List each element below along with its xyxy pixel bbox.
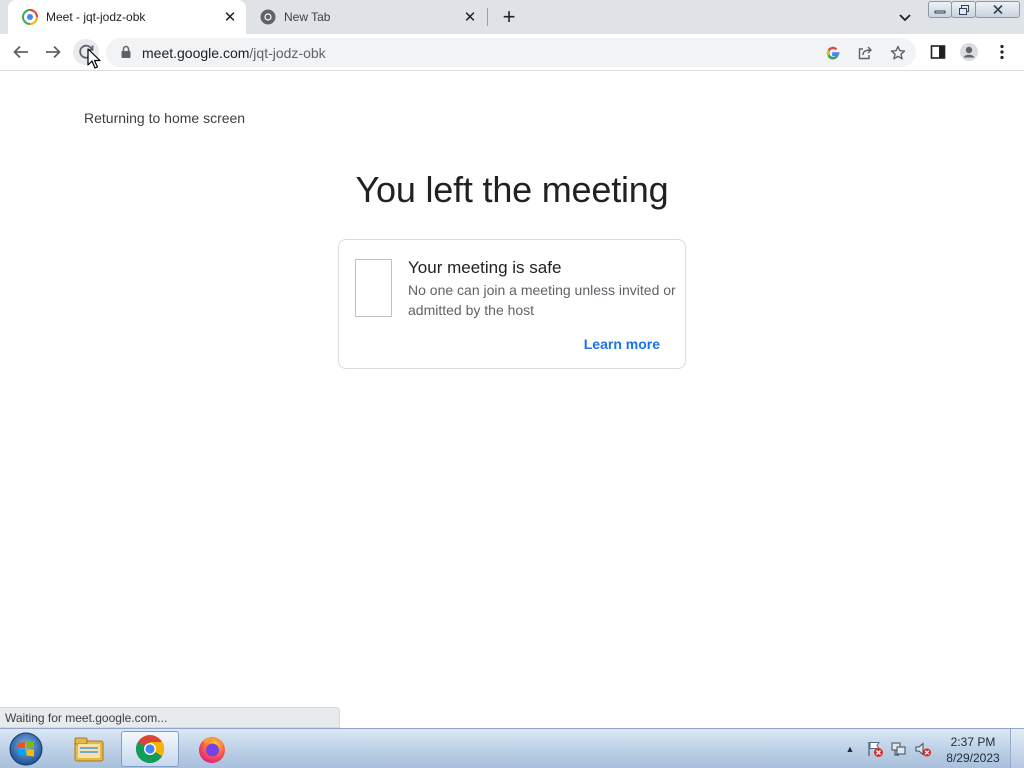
show-desktop-button[interactable] <box>1010 729 1024 768</box>
address-bar[interactable]: meet.google.com/jqt-jodz-obk <box>106 38 916 67</box>
chrome-menu-button[interactable] <box>989 39 1015 65</box>
url-host: meet.google.com <box>142 45 250 61</box>
window-close-button[interactable] <box>975 1 1020 18</box>
tab-new-tab[interactable]: New Tab ✕ <box>250 0 486 34</box>
google-meet-favicon <box>22 9 38 25</box>
share-icon <box>858 46 872 60</box>
window-restore-button[interactable] <box>951 1 976 18</box>
action-center-flag-icon[interactable] <box>866 740 884 758</box>
new-tab-button[interactable]: + <box>498 6 520 28</box>
tab-new-tab-close-icon[interactable]: ✕ <box>460 7 480 27</box>
start-button[interactable] <box>6 731 46 767</box>
restore-icon <box>958 4 969 15</box>
card-title: Your meeting is safe <box>408 258 562 277</box>
windows-start-orb-icon <box>9 732 43 766</box>
google-g-icon <box>826 46 840 60</box>
tab-separator <box>487 8 488 26</box>
url-text[interactable]: meet.google.com/jqt-jodz-obk <box>142 45 326 61</box>
tab-strip: Meet - jqt-jodz-obk ✕ New Tab ✕ + <box>0 0 1024 34</box>
meeting-safe-card: Your meeting is safe No one can join a m… <box>338 239 686 369</box>
taskbar-chrome[interactable] <box>121 731 179 767</box>
page-title: You left the meeting <box>355 169 669 210</box>
url-path: /jqt-jodz-obk <box>249 45 326 61</box>
window-minimize-button[interactable] <box>928 1 952 18</box>
share-button[interactable] <box>856 44 874 62</box>
returning-home-text: Returning to home screen <box>84 110 246 126</box>
chrome-favicon <box>260 9 276 25</box>
browser-toolbar: meet.google.com/jqt-jodz-obk <box>0 34 1024 71</box>
shield-image-placeholder <box>355 259 392 317</box>
folder-icon <box>74 737 104 762</box>
close-icon <box>992 4 1003 15</box>
windows-taskbar: ▲ 2:37 PM 8/29/2023 <box>0 728 1024 768</box>
chrome-icon <box>136 735 164 763</box>
taskbar-explorer[interactable] <box>60 731 118 767</box>
tab-new-tab-title: New Tab <box>284 10 331 24</box>
tab-meet-close-icon[interactable]: ✕ <box>220 7 240 27</box>
firefox-icon <box>199 737 225 763</box>
tab-search-chevron-icon[interactable] <box>895 7 915 27</box>
tray-expand-arrow-icon[interactable]: ▲ <box>842 741 858 757</box>
profile-button[interactable] <box>956 39 982 65</box>
taskbar-firefox[interactable] <box>183 731 241 767</box>
volume-muted-icon[interactable] <box>914 740 932 758</box>
mouse-cursor-icon <box>87 48 101 69</box>
system-clock[interactable]: 2:37 PM 8/29/2023 <box>940 734 1006 766</box>
learn-more-link[interactable]: Learn more <box>584 336 660 352</box>
google-translate-icon[interactable] <box>824 44 842 62</box>
forward-button[interactable] <box>40 39 66 65</box>
side-panel-icon <box>930 45 946 59</box>
tab-meet-title: Meet - jqt-jodz-obk <box>46 10 146 24</box>
kebab-menu-icon <box>1000 44 1004 60</box>
page-content: Returning to home screen You left the me… <box>0 71 1024 728</box>
side-panel-button[interactable] <box>925 39 951 65</box>
status-bubble: Waiting for meet.google.com... <box>0 707 340 728</box>
star-icon <box>890 45 906 60</box>
arrow-left-icon <box>13 45 28 59</box>
bookmark-button[interactable] <box>889 44 907 62</box>
avatar-icon <box>960 43 978 61</box>
clock-date: 8/29/2023 <box>946 751 1000 765</box>
clock-time: 2:37 PM <box>950 735 996 749</box>
tab-meet[interactable]: Meet - jqt-jodz-obk ✕ <box>8 0 246 34</box>
network-icon[interactable] <box>890 740 908 758</box>
lock-icon[interactable] <box>120 45 132 59</box>
arrow-right-icon <box>46 45 61 59</box>
card-body: No one can join a meeting unless invited… <box>408 282 676 318</box>
minimize-icon <box>934 10 946 13</box>
back-button[interactable] <box>8 39 34 65</box>
screen: Meet - jqt-jodz-obk ✕ New Tab ✕ + meet.g… <box>0 0 1024 768</box>
